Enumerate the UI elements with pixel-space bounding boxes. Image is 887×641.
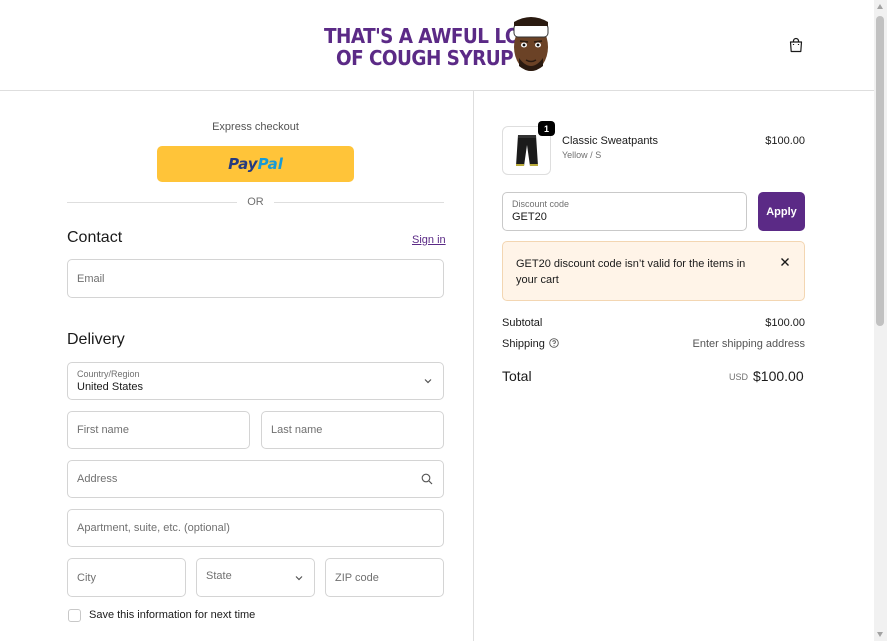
subtotal-label: Subtotal (502, 317, 543, 329)
shipping-value: Enter shipping address (692, 338, 805, 350)
apply-button[interactable]: Apply (758, 192, 805, 231)
first-name-field[interactable]: First name (67, 411, 250, 449)
or-divider: OR (67, 196, 444, 210)
product-price: $100.00 (765, 135, 805, 147)
last-name-field[interactable]: Last name (261, 411, 444, 449)
email-placeholder: Email (77, 272, 105, 285)
close-icon[interactable] (780, 257, 790, 267)
scrollbar[interactable] (874, 0, 887, 641)
zip-placeholder: ZIP code (335, 571, 379, 584)
shopping-bag-icon[interactable] (788, 37, 804, 53)
product-variant: Yellow / S (562, 150, 602, 160)
product-name: Classic Sweatpants (562, 135, 658, 147)
discount-error-notice: GET20 discount code isn’t valid for the … (502, 241, 805, 301)
country-select[interactable]: Country/Region United States (67, 362, 444, 400)
chevron-down-icon (295, 575, 303, 580)
paypal-logo-part2: Pal (257, 155, 283, 173)
discount-code-label: Discount code (512, 199, 570, 209)
scroll-down-arrow-icon[interactable] (877, 632, 883, 637)
zip-field[interactable]: ZIP code (325, 558, 444, 597)
logo-line-1: THAT'S A AWFUL LOT (324, 24, 532, 48)
shipping-label: Shipping (502, 338, 545, 350)
city-placeholder: City (77, 571, 96, 584)
save-info-checkbox[interactable] (68, 608, 81, 622)
total-label: Total (502, 368, 532, 384)
address-placeholder: Address (77, 473, 118, 485)
delivery-title: Delivery (67, 331, 125, 348)
sweatpants-icon (516, 135, 538, 166)
chevron-down-icon (424, 379, 432, 384)
city-field[interactable]: City (67, 558, 186, 597)
discount-code-field[interactable]: Discount code GET20 (502, 192, 747, 231)
header: THAT'S A AWFUL LOT OF COUGH SYRUP (0, 0, 874, 91)
state-select[interactable]: State (196, 558, 315, 597)
email-field[interactable]: Email (67, 259, 444, 298)
subtotal-value: $100.00 (765, 317, 805, 329)
total-currency: USD (729, 372, 749, 382)
address-field[interactable]: Address (67, 460, 444, 498)
first-name-placeholder: First name (77, 424, 129, 436)
paypal-logo-part1: Pay (228, 155, 258, 173)
search-icon (421, 473, 433, 485)
mascot-face-icon (513, 17, 549, 71)
logo-line-2: OF COUGH SYRUP (336, 46, 514, 70)
discount-code-value: GET20 (512, 211, 547, 223)
apartment-placeholder: Apartment, suite, etc. (optional) (77, 522, 230, 534)
notice-text: GET20 discount code isn’t valid for the … (516, 258, 746, 286)
last-name-placeholder: Last name (271, 424, 323, 436)
help-icon[interactable] (549, 338, 559, 348)
or-line-right (274, 202, 444, 203)
scrollbar-thumb[interactable] (876, 16, 884, 326)
express-checkout-label: Express checkout (212, 121, 299, 133)
paypal-button[interactable]: Pay Pal (157, 146, 354, 182)
save-info-label: Save this information for next time (89, 609, 256, 621)
scroll-up-arrow-icon[interactable] (877, 4, 883, 9)
state-placeholder: State (206, 570, 232, 582)
total-value: $100.00 (753, 368, 804, 384)
contact-title: Contact (67, 229, 123, 246)
column-divider (473, 91, 474, 641)
country-label: Country/Region (77, 369, 140, 379)
quantity-badge: 1 (538, 121, 555, 136)
save-info-row[interactable]: Save this information for next time (68, 608, 255, 622)
store-logo[interactable]: THAT'S A AWFUL LOT OF COUGH SYRUP (322, 14, 554, 76)
apartment-field[interactable]: Apartment, suite, etc. (optional) (67, 509, 444, 547)
shipping-label-row: Shipping (502, 338, 559, 350)
sign-in-link[interactable]: Sign in (412, 234, 446, 246)
country-value: United States (77, 381, 144, 393)
